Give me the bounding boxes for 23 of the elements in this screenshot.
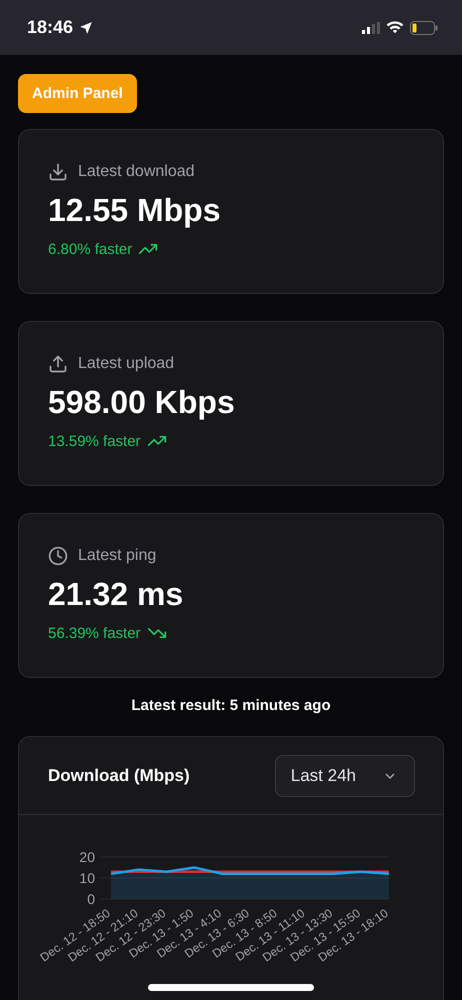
download-icon <box>48 162 68 182</box>
stat-value: 21.32 ms <box>48 576 184 613</box>
chart-title: Download (Mbps) <box>48 766 190 786</box>
location-arrow-icon <box>79 20 94 34</box>
stat-value: 12.55 Mbps <box>48 192 222 229</box>
clock-icon <box>48 546 68 566</box>
signal-icon <box>362 22 380 34</box>
stat-label: Latest download <box>78 163 195 181</box>
stat-change: 13.59% faster <box>48 432 141 450</box>
latest-result-text: Latest result: 5 minutes ago <box>130 697 332 714</box>
stat-change: 6.80% faster <box>48 240 132 258</box>
stat-change: 56.39% faster <box>48 624 141 642</box>
stat-value: 598.00 Kbps <box>48 384 236 421</box>
upload-icon <box>48 354 68 374</box>
stat-label: Latest ping <box>78 547 156 565</box>
battery-icon <box>410 20 438 34</box>
status-time: 18:46 <box>27 17 74 38</box>
axis-tick-label: 20 <box>79 849 95 865</box>
axis-tick-label: 10 <box>79 870 95 886</box>
axis-tick-label: 0 <box>87 891 95 907</box>
stat-label: Latest upload <box>78 355 174 373</box>
range-select[interactable]: Last 24h <box>274 755 415 797</box>
wifi-icon <box>386 21 404 34</box>
